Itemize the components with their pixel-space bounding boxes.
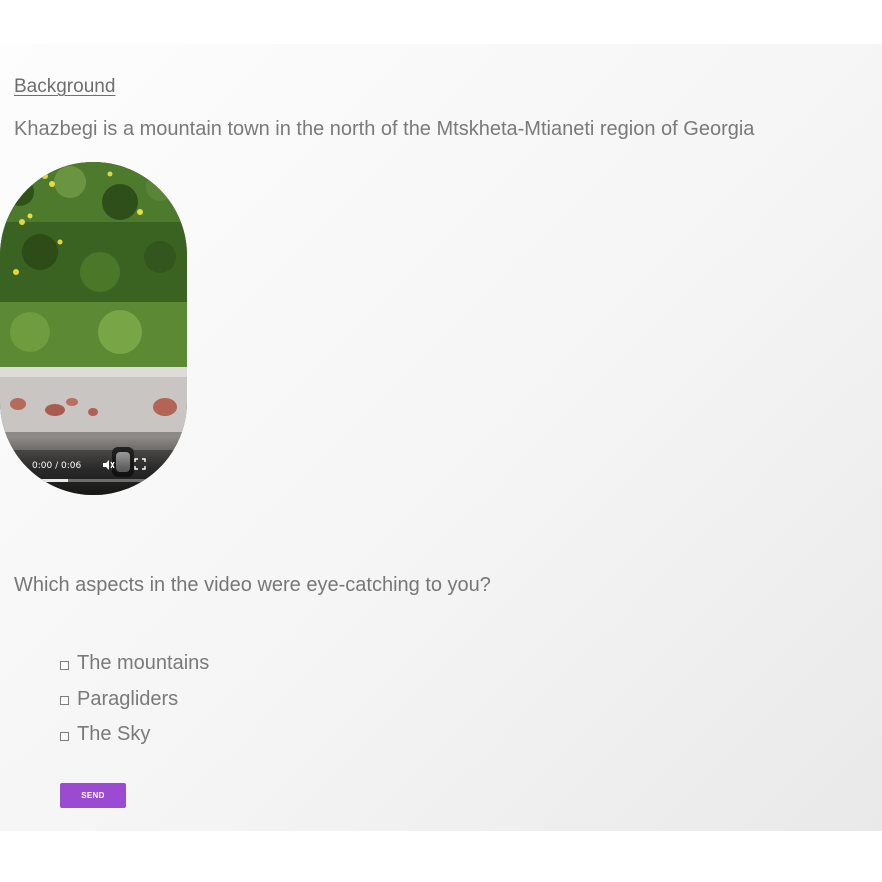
video-controls: ▶ 0:00 / 0:06 — [0, 437, 187, 495]
background-link[interactable]: Background — [14, 76, 115, 98]
options-list: The mountains Paragliders The Sky — [60, 646, 209, 753]
survey-panel: Background Khazbegi is a mountain town i… — [0, 44, 882, 831]
question-text: Which aspects in the video were eye-catc… — [14, 574, 491, 596]
option-label: The Sky — [77, 723, 151, 746]
checkbox[interactable] — [60, 660, 69, 670]
option-sky[interactable]: The Sky — [60, 717, 209, 753]
video-progress-fill — [24, 479, 69, 482]
intro-text: Khazbegi is a mountain town in the north… — [14, 118, 755, 140]
checkbox[interactable] — [60, 696, 69, 706]
more-options-icon[interactable] — [166, 458, 176, 472]
fullscreen-icon[interactable] — [134, 458, 146, 470]
video-time: 0:00 / 0:06 — [32, 461, 82, 471]
option-paragliders[interactable]: Paragliders — [60, 682, 209, 718]
option-label: The mountains — [77, 652, 210, 675]
option-mountains[interactable]: The mountains — [60, 646, 209, 682]
send-button[interactable]: SEND — [60, 783, 126, 808]
option-label: Paragliders — [77, 687, 179, 710]
play-icon[interactable]: ▶ — [10, 459, 18, 470]
video-progress-bar[interactable] — [24, 479, 171, 482]
mute-icon[interactable] — [101, 458, 115, 472]
checkbox[interactable] — [60, 731, 69, 741]
video-player[interactable]: ▶ 0:00 / 0:06 — [0, 162, 187, 495]
